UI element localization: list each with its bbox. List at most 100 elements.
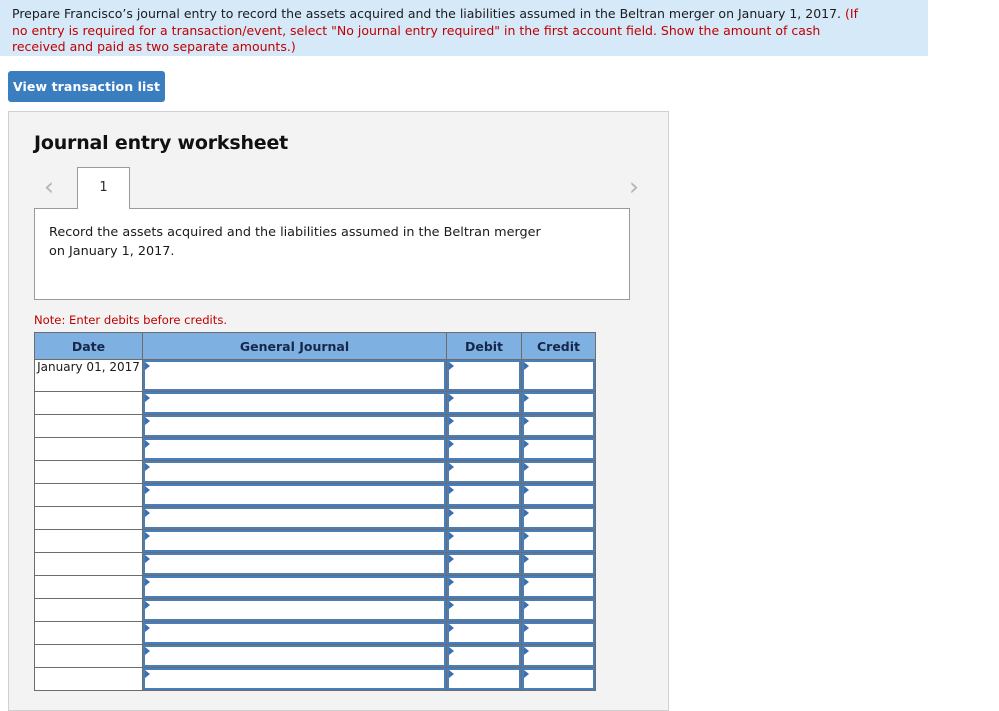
- credit-field[interactable]: [522, 645, 595, 667]
- journal-credit-cell[interactable]: [521, 667, 596, 691]
- cell-picker-triangle-icon[interactable]: [145, 394, 150, 402]
- credit-field[interactable]: [522, 461, 595, 483]
- journal-general-journal-cell[interactable]: [142, 552, 447, 576]
- cell-picker-triangle-icon[interactable]: [524, 440, 529, 448]
- cell-picker-triangle-icon[interactable]: [449, 362, 454, 370]
- cell-picker-triangle-icon[interactable]: [524, 601, 529, 609]
- cell-picker-triangle-icon[interactable]: [145, 647, 150, 655]
- cell-picker-triangle-icon[interactable]: [524, 417, 529, 425]
- cell-picker-triangle-icon[interactable]: [449, 486, 454, 494]
- cell-picker-triangle-icon[interactable]: [449, 601, 454, 609]
- journal-general-journal-cell[interactable]: [142, 391, 447, 415]
- journal-debit-cell[interactable]: [446, 483, 522, 507]
- general-journal-field[interactable]: [143, 668, 446, 690]
- credit-field[interactable]: [522, 553, 595, 575]
- cell-picker-triangle-icon[interactable]: [145, 601, 150, 609]
- general-journal-field[interactable]: [143, 530, 446, 552]
- journal-credit-cell[interactable]: [521, 359, 596, 392]
- cell-picker-triangle-icon[interactable]: [145, 555, 150, 563]
- cell-picker-triangle-icon[interactable]: [524, 362, 529, 370]
- journal-general-journal-cell[interactable]: [142, 460, 447, 484]
- journal-credit-cell[interactable]: [521, 621, 596, 645]
- cell-picker-triangle-icon[interactable]: [145, 440, 150, 448]
- cell-picker-triangle-icon[interactable]: [524, 532, 529, 540]
- journal-credit-cell[interactable]: [521, 644, 596, 668]
- debit-field[interactable]: [447, 576, 521, 598]
- journal-debit-cell[interactable]: [446, 414, 522, 438]
- journal-general-journal-cell[interactable]: [142, 529, 447, 553]
- journal-general-journal-cell[interactable]: [142, 598, 447, 622]
- credit-field[interactable]: [522, 360, 595, 391]
- cell-picker-triangle-icon[interactable]: [524, 555, 529, 563]
- debit-field[interactable]: [447, 438, 521, 460]
- cell-picker-triangle-icon[interactable]: [449, 555, 454, 563]
- credit-field[interactable]: [522, 507, 595, 529]
- general-journal-field[interactable]: [143, 507, 446, 529]
- credit-field[interactable]: [522, 599, 595, 621]
- cell-picker-triangle-icon[interactable]: [449, 670, 454, 678]
- debit-field[interactable]: [447, 507, 521, 529]
- journal-debit-cell[interactable]: [446, 437, 522, 461]
- journal-credit-cell[interactable]: [521, 506, 596, 530]
- general-journal-field[interactable]: [143, 576, 446, 598]
- debit-field[interactable]: [447, 392, 521, 414]
- cell-picker-triangle-icon[interactable]: [145, 578, 150, 586]
- cell-picker-triangle-icon[interactable]: [145, 624, 150, 632]
- journal-debit-cell[interactable]: [446, 575, 522, 599]
- credit-field[interactable]: [522, 576, 595, 598]
- general-journal-field[interactable]: [143, 461, 446, 483]
- debit-field[interactable]: [447, 461, 521, 483]
- debit-field[interactable]: [447, 553, 521, 575]
- cell-picker-triangle-icon[interactable]: [449, 394, 454, 402]
- cell-picker-triangle-icon[interactable]: [145, 417, 150, 425]
- debit-field[interactable]: [447, 645, 521, 667]
- journal-general-journal-cell[interactable]: [142, 414, 447, 438]
- journal-general-journal-cell[interactable]: [142, 437, 447, 461]
- journal-credit-cell[interactable]: [521, 460, 596, 484]
- journal-general-journal-cell[interactable]: [142, 483, 447, 507]
- journal-debit-cell[interactable]: [446, 506, 522, 530]
- cell-picker-triangle-icon[interactable]: [449, 647, 454, 655]
- journal-debit-cell[interactable]: [446, 667, 522, 691]
- debit-field[interactable]: [447, 622, 521, 644]
- cell-picker-triangle-icon[interactable]: [145, 463, 150, 471]
- journal-general-journal-cell[interactable]: [142, 359, 447, 392]
- cell-picker-triangle-icon[interactable]: [524, 463, 529, 471]
- cell-picker-triangle-icon[interactable]: [524, 509, 529, 517]
- journal-debit-cell[interactable]: [446, 644, 522, 668]
- cell-picker-triangle-icon[interactable]: [524, 394, 529, 402]
- debit-field[interactable]: [447, 668, 521, 690]
- journal-debit-cell[interactable]: [446, 460, 522, 484]
- credit-field[interactable]: [522, 415, 595, 437]
- debit-field[interactable]: [447, 530, 521, 552]
- cell-picker-triangle-icon[interactable]: [145, 362, 150, 370]
- journal-credit-cell[interactable]: [521, 414, 596, 438]
- cell-picker-triangle-icon[interactable]: [524, 624, 529, 632]
- journal-general-journal-cell[interactable]: [142, 621, 447, 645]
- cell-picker-triangle-icon[interactable]: [524, 486, 529, 494]
- journal-credit-cell[interactable]: [521, 391, 596, 415]
- cell-picker-triangle-icon[interactable]: [449, 532, 454, 540]
- journal-general-journal-cell[interactable]: [142, 667, 447, 691]
- debit-field[interactable]: [447, 415, 521, 437]
- general-journal-field[interactable]: [143, 599, 446, 621]
- credit-field[interactable]: [522, 484, 595, 506]
- cell-picker-triangle-icon[interactable]: [145, 486, 150, 494]
- general-journal-field[interactable]: [143, 415, 446, 437]
- credit-field[interactable]: [522, 668, 595, 690]
- cell-picker-triangle-icon[interactable]: [449, 509, 454, 517]
- general-journal-field[interactable]: [143, 360, 446, 391]
- cell-picker-triangle-icon[interactable]: [449, 624, 454, 632]
- journal-credit-cell[interactable]: [521, 552, 596, 576]
- journal-general-journal-cell[interactable]: [142, 644, 447, 668]
- journal-debit-cell[interactable]: [446, 359, 522, 392]
- view-transaction-list-button[interactable]: View transaction list: [8, 71, 165, 102]
- cell-picker-triangle-icon[interactable]: [449, 417, 454, 425]
- credit-field[interactable]: [522, 622, 595, 644]
- journal-debit-cell[interactable]: [446, 391, 522, 415]
- cell-picker-triangle-icon[interactable]: [449, 440, 454, 448]
- general-journal-field[interactable]: [143, 438, 446, 460]
- journal-general-journal-cell[interactable]: [142, 506, 447, 530]
- credit-field[interactable]: [522, 438, 595, 460]
- general-journal-field[interactable]: [143, 645, 446, 667]
